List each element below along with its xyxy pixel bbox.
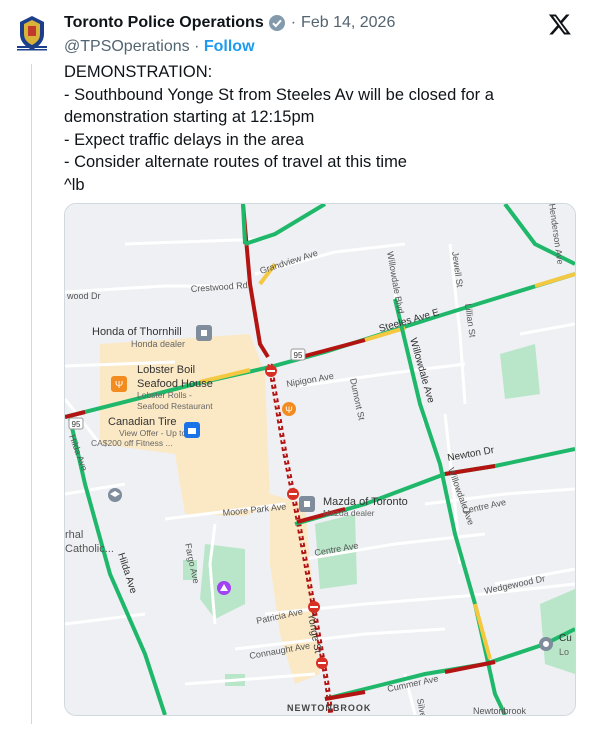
mazda-pin-icon[interactable] — [299, 496, 315, 512]
tweet-date[interactable]: Feb 14, 2026 — [301, 14, 395, 32]
school-pin-icon[interactable] — [108, 488, 122, 502]
place-label: rhal — [65, 529, 83, 541]
place-label: CA$200 off Fitness ... — [91, 438, 173, 448]
place-label: Catholic... — [65, 543, 114, 555]
svg-text:Ψ: Ψ — [285, 405, 293, 415]
separator: · — [290, 14, 297, 31]
thread-line — [31, 64, 32, 724]
tweet-line: - Expect traffic delays in the area — [64, 130, 304, 149]
place-label: Cu — [559, 633, 572, 644]
account-handle[interactable]: @TPSOperations — [64, 38, 190, 55]
place-label: Seafood House — [137, 378, 213, 390]
follow-button[interactable]: Follow — [204, 38, 255, 55]
place-label: Canadian Tire — [108, 416, 177, 428]
place-label: Mazda of Toronto — [323, 496, 408, 508]
place-label: NEWTONBROOK — [287, 703, 371, 713]
svg-text:95: 95 — [294, 351, 303, 360]
tweet-line: ^lb — [64, 175, 85, 194]
place-label: Seafood Restaurant — [137, 401, 213, 411]
tweet-line: demonstration starting at 12:15pm — [64, 108, 315, 126]
tweet-header: Toronto Police Operations · Feb 14, 2026 — [64, 12, 395, 34]
place-label: Mazda dealer — [323, 508, 375, 518]
place-label: Lobster Rolls - — [137, 390, 192, 400]
place-label: Lobster Boil — [137, 364, 195, 376]
account-name[interactable]: Toronto Police Operations — [64, 14, 264, 32]
place-label: Honda dealer — [131, 339, 185, 349]
place-label: View Offer - Up to — [119, 428, 187, 438]
location-pin-icon[interactable] — [539, 637, 553, 651]
tweet-text: DEMONSTRATION: - Southbound Yonge St fro… — [64, 61, 564, 196]
shopping-pin-icon[interactable] — [184, 422, 200, 438]
separator: · — [194, 38, 200, 55]
map-image[interactable]: 95 95 wood Dr Crestwood Rd Grandview Ave… — [64, 203, 576, 716]
road-label: wood Dr — [66, 291, 101, 301]
restaurant-pin-icon[interactable]: Ψ — [111, 376, 127, 392]
tweet-line: DEMONSTRATION: — [64, 63, 213, 81]
place-label: Lo — [559, 647, 569, 657]
handle-line: @TPSOperations · Follow — [64, 38, 255, 56]
svg-text:Ψ: Ψ — [115, 380, 123, 391]
place-label: Honda of Thornhill — [92, 326, 182, 338]
x-logo-icon[interactable] — [547, 12, 573, 36]
restaurant-pin-icon[interactable]: Ψ — [282, 402, 296, 416]
avatar[interactable] — [14, 14, 50, 54]
svg-text:95: 95 — [72, 420, 81, 429]
honda-pin-icon[interactable] — [196, 325, 212, 341]
verified-badge-icon — [268, 14, 286, 32]
place-label: Newtonbrook — [473, 706, 527, 715]
tweet-line: - Southbound Yonge St from Steeles Av wi… — [64, 85, 494, 104]
tweet-line: - Consider alternate routes of travel at… — [64, 153, 407, 171]
attraction-pin-icon[interactable] — [217, 581, 231, 595]
